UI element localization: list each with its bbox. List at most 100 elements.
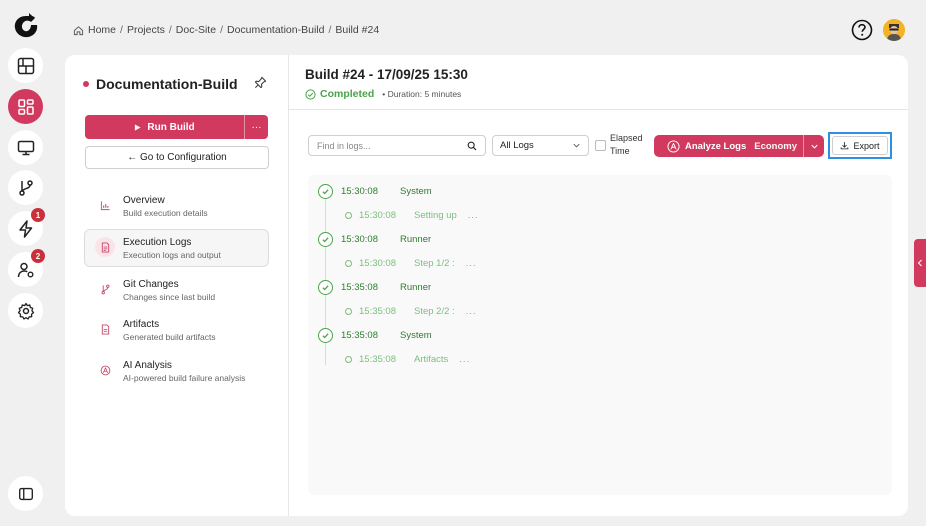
project-title-text: Documentation-Build: [96, 76, 238, 92]
breadcrumb-doc-site[interactable]: Doc-Site: [176, 24, 216, 36]
run-build-button[interactable]: Run Build: [85, 115, 244, 139]
breadcrumb: Home / Projects / Doc-Site / Documentati…: [73, 24, 379, 36]
log-step-time: 15:35:08: [359, 306, 396, 317]
app-logo-icon[interactable]: [11, 11, 41, 41]
git-branch-icon: [18, 179, 33, 196]
breadcrumb-separator: /: [220, 24, 223, 36]
log-search-input[interactable]: Find in logs...: [308, 135, 486, 156]
go-to-configuration-button[interactable]: ← Go to Configuration: [85, 146, 269, 169]
pin-button[interactable]: [254, 76, 268, 90]
log-filter-value: All Logs: [500, 140, 534, 151]
log-step-ellipsis: ...: [467, 210, 479, 221]
rail-git-button[interactable]: [8, 170, 43, 205]
chart-icon: [100, 200, 110, 210]
log-source: System: [399, 186, 432, 197]
build-duration: • Duration: 5 minutes: [382, 89, 462, 99]
nav-execution-logs[interactable]: Execution Logs Execution logs and output: [84, 229, 269, 267]
log-step-ellipsis: ...: [459, 354, 471, 365]
log-time: 15:35:08: [341, 282, 378, 293]
help-button[interactable]: [851, 19, 873, 41]
check-circle-icon: [318, 232, 333, 247]
nav-artifacts-icon-wrap: [95, 319, 115, 339]
layout-icon: [17, 57, 34, 74]
breadcrumb-home[interactable]: Home: [88, 24, 116, 36]
rail-projects-button[interactable]: [8, 89, 43, 124]
elapsed-time-label-line-2: Time: [610, 146, 630, 156]
pin-icon: [254, 76, 267, 89]
export-focus-ring: Export: [828, 132, 892, 159]
breadcrumb-projects[interactable]: Projects: [127, 24, 165, 36]
help-icon: [851, 19, 873, 41]
log-step[interactable]: 15:35:08 Step 2/2 : ...: [345, 306, 477, 317]
log-time: 15:35:08: [341, 330, 378, 341]
rail-triggers-button[interactable]: 1: [8, 208, 45, 246]
rail-users-button[interactable]: 2: [8, 249, 45, 287]
monitor-icon: [17, 140, 34, 155]
nav-ai-analysis[interactable]: AI Analysis AI-powered build failure ana…: [85, 353, 269, 391]
log-step[interactable]: 15:35:08 Artifacts ...: [345, 354, 470, 365]
log-source: System: [399, 330, 432, 341]
breadcrumb-build: Build #24: [335, 24, 380, 36]
nav-artifacts-subtitle: Generated build artifacts: [123, 332, 216, 342]
build-sidebar: Documentation-Build Run Build ··· ← Go t…: [65, 55, 289, 516]
nav-overview[interactable]: Overview Build execution details: [85, 188, 269, 226]
home-icon[interactable]: [73, 25, 84, 36]
log-entry[interactable]: 15:30:08 Runner: [318, 232, 431, 247]
check-circle-icon: [318, 184, 333, 199]
lightning-icon: [18, 219, 32, 238]
search-placeholder: Find in logs...: [317, 140, 371, 151]
log-step[interactable]: 15:30:08 Step 1/2 : ...: [345, 258, 477, 269]
avatar[interactable]: [883, 19, 905, 41]
build-title: Build #24 - 17/09/25 15:30: [305, 67, 468, 82]
rail-collapse-button[interactable]: [8, 476, 43, 511]
check-circle-icon: [318, 328, 333, 343]
side-panel-toggle[interactable]: [914, 239, 926, 287]
document-icon: [101, 323, 109, 335]
export-button[interactable]: Export: [832, 136, 888, 155]
log-step-text: Artifacts: [413, 354, 449, 365]
nav-artifacts[interactable]: Artifacts Generated build artifacts: [85, 312, 269, 350]
left-rail: 1 2: [0, 0, 52, 526]
elapsed-time-label: Elapsed Time: [610, 132, 643, 158]
step-dot-icon: [345, 308, 352, 315]
rail-dashboard-button[interactable]: [8, 48, 43, 83]
chevron-down-icon: [810, 144, 818, 149]
nav-logs-title: Execution Logs: [123, 237, 192, 248]
log-step-time: 15:30:08: [359, 210, 396, 221]
rail-monitor-button[interactable]: [8, 130, 43, 165]
log-step-text: Step 1/2 :: [413, 258, 455, 269]
log-filter-select[interactable]: All Logs: [492, 135, 589, 156]
log-step[interactable]: 15:30:08 Setting up ...: [345, 210, 479, 221]
step-dot-icon: [345, 356, 352, 363]
user-avatar-icon: [883, 19, 905, 41]
log-entry[interactable]: 15:30:08 System: [318, 184, 432, 199]
chevron-left-icon: [917, 259, 922, 267]
user-settings-icon: [17, 262, 33, 277]
step-dot-icon: [345, 212, 352, 219]
header-divider: [289, 109, 908, 110]
project-title: Documentation-Build: [83, 76, 238, 92]
nav-overview-subtitle: Build execution details: [123, 208, 208, 218]
elapsed-time-checkbox[interactable]: [595, 140, 606, 151]
log-source: Runner: [399, 234, 432, 245]
nav-overview-icon-wrap: [95, 195, 115, 215]
notification-badge: 1: [31, 208, 45, 222]
log-step-ellipsis: ...: [465, 306, 477, 317]
analyze-logs-split-button: Analyze Logs Economy: [654, 135, 824, 157]
log-entry[interactable]: 15:35:08 System: [318, 328, 432, 343]
nav-git-changes[interactable]: Git Changes Changes since last build: [85, 272, 269, 310]
log-step-text: Step 2/2 :: [413, 306, 455, 317]
analyze-logs-button[interactable]: Analyze Logs Economy: [654, 135, 803, 157]
analyze-mode-dropdown[interactable]: [803, 135, 824, 157]
download-icon: [841, 142, 849, 150]
rail-settings-button[interactable]: [8, 293, 43, 328]
status-dot: [83, 81, 89, 87]
build-status: Completed • Duration: 5 minutes: [305, 88, 461, 100]
check-circle-icon: [305, 88, 316, 100]
breadcrumb-documentation-build[interactable]: Documentation-Build: [227, 24, 324, 36]
log-time: 15:30:08: [341, 186, 378, 197]
log-entry[interactable]: 15:35:08 Runner: [318, 280, 431, 295]
run-build-more-button[interactable]: ···: [244, 115, 268, 139]
nav-logs-subtitle: Execution logs and output: [123, 250, 221, 260]
grid-icon: [17, 98, 34, 115]
